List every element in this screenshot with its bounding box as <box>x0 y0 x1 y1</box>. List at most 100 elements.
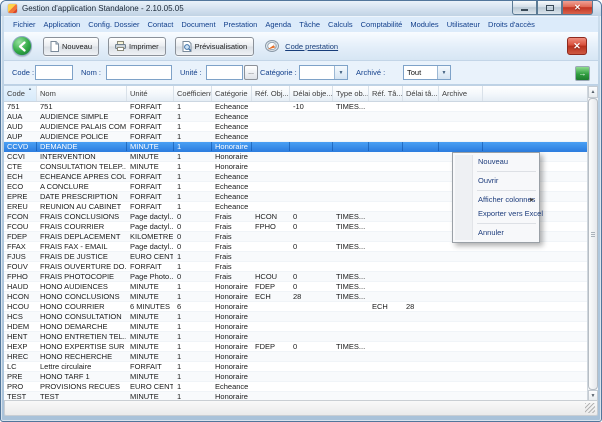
table-row[interactable]: 751 751 FORFAIT 1 Echeance -10 TIMES... <box>4 102 587 112</box>
print-button[interactable]: Imprimer <box>108 37 166 56</box>
context-menu-item[interactable]: Annuler ▶ <box>453 226 539 240</box>
cell-delai-tache <box>403 262 439 271</box>
back-button[interactable] <box>12 36 32 56</box>
column-header[interactable]: Nom <box>37 86 127 101</box>
archive-dropdown[interactable]: Tout ▼ <box>403 65 451 80</box>
table-row[interactable]: HENT HONO ENTRETIEN TEL... MINUTE 1 Hono… <box>4 332 587 342</box>
cell-ref-tache <box>369 202 403 211</box>
column-header[interactable]: Code <box>4 86 37 101</box>
cell-nom: AUDIENCE PALAIS COM... <box>37 122 127 131</box>
context-menu-item[interactable]: Ouvrir ▶ <box>453 174 539 188</box>
table-row[interactable]: FPHO FRAIS PHOTOCOPIE Page Photo... 0 Fr… <box>4 272 587 282</box>
window-controls: ✕ <box>512 1 593 15</box>
cell-type-obj <box>333 152 369 161</box>
resize-grip[interactable] <box>585 403 595 413</box>
table-row[interactable]: HEXP HONO EXPERTISE SUR ... MINUTE 1 Hon… <box>4 342 587 352</box>
menubar-item[interactable]: Tâche <box>295 20 324 29</box>
cell-code: HCS <box>4 312 37 321</box>
cell-unite: KILOMETRE <box>127 232 174 241</box>
cell-code: FPHO <box>4 272 37 281</box>
table-row[interactable]: HREC HONO RECHERCHE MINUTE 1 Honoraire <box>4 352 587 362</box>
cell-coefficient: 1 <box>174 252 212 261</box>
cell-categorie: Echeance <box>212 102 252 111</box>
menubar-item[interactable]: Droits d'accès <box>484 20 539 29</box>
maximize-button[interactable] <box>537 1 562 15</box>
vertical-scrollbar[interactable]: ▲ ▼ <box>587 86 598 402</box>
cell-coefficient: 1 <box>174 342 212 351</box>
cell-ref-tache <box>369 272 403 281</box>
column-header[interactable]: Archive <box>439 86 483 101</box>
menubar-item[interactable]: Document <box>177 20 219 29</box>
table-row[interactable]: FFAX FRAIS FAX - EMAIL Page dactyl... 0 … <box>4 242 587 252</box>
cell-delai-obj <box>290 232 333 241</box>
unite-filter-label: Unité : <box>180 68 202 77</box>
table-row[interactable]: PRE HONO TARF 1 MINUTE 1 Honoraire <box>4 372 587 382</box>
menubar-item[interactable]: Utilisateur <box>443 20 484 29</box>
code-filter-input[interactable] <box>35 65 73 80</box>
table-row[interactable]: PRO PROVISIONS RECUES EURO CENT 1 Echean… <box>4 382 587 392</box>
table-row[interactable]: HCOU HONO COURRIER 6 MINUTES 6 Honoraire… <box>4 302 587 312</box>
table-row[interactable]: LC Lettre circulaire FORFAIT 1 Honoraire <box>4 362 587 372</box>
column-header[interactable]: Type ob... <box>333 86 369 101</box>
cell-archive <box>439 362 483 371</box>
scroll-up-button[interactable]: ▲ <box>588 86 598 98</box>
context-menu-item[interactable]: Nouveau ▶ <box>453 155 539 169</box>
code-filter-label: Code : <box>12 68 34 77</box>
cell-archive <box>439 342 483 351</box>
unite-filter-input[interactable] <box>206 65 243 80</box>
cell-coefficient: 1 <box>174 362 212 371</box>
menubar-item[interactable]: Application <box>40 20 85 29</box>
cell-nom: HONO TARF 1 <box>37 372 127 381</box>
column-header[interactable]: Réf. Tâ... <box>369 86 403 101</box>
browse-button[interactable]: ... <box>244 65 258 80</box>
table-row[interactable]: FJUS FRAIS DE JUSTICE EURO CENT 1 Frais <box>4 252 587 262</box>
close-panel-button[interactable]: ✕ <box>567 37 587 55</box>
nom-filter-input[interactable] <box>106 65 172 80</box>
column-header[interactable]: Coëfficient <box>174 86 212 101</box>
cell-delai-obj: 0 <box>290 282 333 291</box>
menubar-item[interactable]: Contact <box>144 20 178 29</box>
cell-ref-obj <box>252 252 290 261</box>
menubar-item[interactable]: Comptabilité <box>357 20 407 29</box>
column-header[interactable]: Unité <box>127 86 174 101</box>
table-row[interactable]: AUD AUDIENCE PALAIS COM... FORFAIT 1 Ech… <box>4 122 587 132</box>
minimize-button[interactable] <box>512 1 537 15</box>
column-header[interactable]: Délai tâ... <box>403 86 439 101</box>
context-menu-item-label: Afficher colonnes <box>478 195 535 204</box>
table-row[interactable]: HDEM HONO DEMARCHE MINUTE 1 Honoraire <box>4 322 587 332</box>
cell-nom: FRAIS DEPLACEMENT <box>37 232 127 241</box>
column-header[interactable]: Réf. Obj... <box>252 86 290 101</box>
new-button[interactable]: Nouveau <box>43 37 99 56</box>
scrollbar-thumb[interactable] <box>588 98 598 390</box>
column-header[interactable]: Catégorie <box>212 86 252 101</box>
categorie-dropdown[interactable]: ▼ <box>299 65 348 80</box>
menubar-item[interactable]: Agenda <box>261 20 295 29</box>
menubar-item[interactable]: Prestation <box>220 20 262 29</box>
table-row[interactable]: AUP AUDIENCE POLICE FORFAIT 1 Echeance <box>4 132 587 142</box>
search-go-button[interactable]: → <box>575 66 590 81</box>
cell-unite: Page dactyl... <box>127 212 174 221</box>
menubar-item[interactable]: Modules <box>406 20 442 29</box>
table-row[interactable]: HCON HONO CONCLUSIONS MINUTE 1 Honoraire… <box>4 292 587 302</box>
close-button[interactable]: ✕ <box>562 1 593 15</box>
cell-nom: A CONCLURE <box>37 182 127 191</box>
preview-button[interactable]: Prévisualisation <box>175 37 255 56</box>
context-menu-item[interactable]: Afficher colonnes ▶ <box>453 193 539 207</box>
cell-categorie: Echeance <box>212 122 252 131</box>
table-row[interactable]: AUA AUDIENCE SIMPLE FORFAIT 1 Echeance <box>4 112 587 122</box>
cell-nom: PROVISIONS RECUES <box>37 382 127 391</box>
menubar-item[interactable]: Fichier <box>9 20 40 29</box>
menubar-item[interactable]: Calculs <box>324 20 357 29</box>
cell-categorie: Honoraire <box>212 372 252 381</box>
table-row[interactable]: CCVD DEMANDE MINUTE 1 Honoraire <box>4 142 587 152</box>
cell-delai-tache <box>403 202 439 211</box>
table-row[interactable]: FOUV FRAIS OUVERTURE DO... FORFAIT 1 Fra… <box>4 262 587 272</box>
cell-ref-obj: HCOU <box>252 272 290 281</box>
context-menu-item[interactable]: Exporter vers Excel ▶ <box>453 207 539 221</box>
table-row[interactable]: HAUD HONO AUDIENCES MINUTE 1 Honoraire F… <box>4 282 587 292</box>
code-prestation-link[interactable]: Code prestation <box>285 42 338 51</box>
menubar-item[interactable]: Config. Dossier <box>84 20 143 29</box>
cell-unite: FORFAIT <box>127 122 174 131</box>
column-header[interactable]: Délai obje... <box>290 86 333 101</box>
table-row[interactable]: HCS HONO CONSULTATION MINUTE 1 Honoraire <box>4 312 587 322</box>
